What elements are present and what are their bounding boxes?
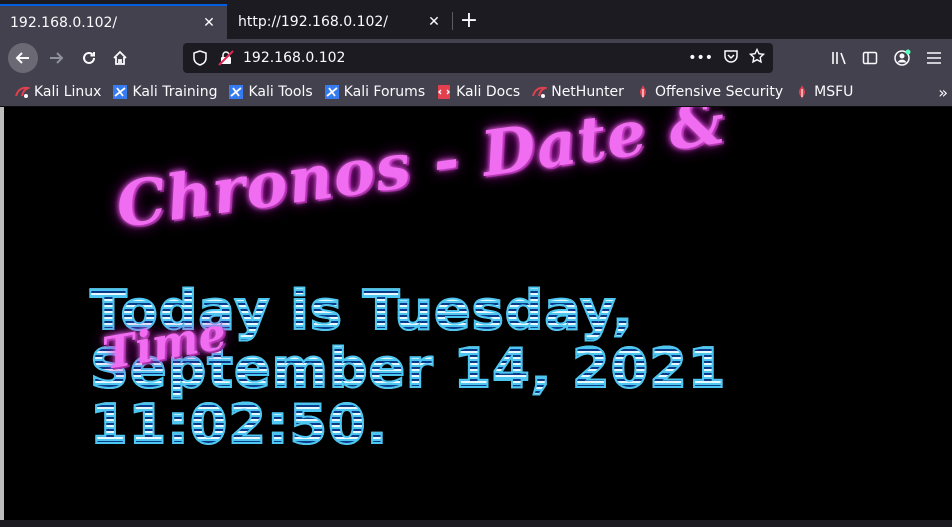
time-line: 11:02:50.: [89, 392, 389, 457]
close-tab-icon[interactable]: ✕: [201, 15, 217, 31]
new-tab-button[interactable]: +: [456, 6, 482, 34]
msfu-icon: [794, 84, 810, 100]
bookmark-offensive-security[interactable]: Offensive Security: [635, 84, 783, 100]
tab-title: http://192.168.0.102/: [238, 13, 389, 30]
bookmark-kali-training[interactable]: Kali Training: [112, 84, 217, 100]
tab-separator: [452, 12, 453, 30]
tab-inactive[interactable]: http://192.168.0.102/ ✕: [228, 4, 452, 39]
home-button[interactable]: [105, 43, 135, 73]
page-actions-icon[interactable]: •••: [688, 50, 713, 66]
hamburger-icon: [927, 52, 941, 64]
bookmark-label: Kali Forums: [343, 83, 426, 100]
offsec-icon: [635, 84, 651, 100]
bookmark-label: Kali Docs: [456, 83, 521, 100]
account-button[interactable]: [888, 43, 916, 73]
bookmark-label: Kali Tools: [248, 83, 313, 100]
arrow-right-icon: [50, 52, 64, 64]
insecure-lock-icon[interactable]: [217, 49, 235, 67]
bookmark-label: Kali Training: [132, 83, 218, 100]
sidebar-icon: [862, 51, 878, 65]
kali-tools-icon: [228, 84, 244, 100]
bookmark-label: Offensive Security: [654, 83, 784, 100]
kali-docs-icon: [436, 84, 452, 100]
bookmark-nethunter[interactable]: NetHunter: [531, 84, 624, 100]
page-content: Chronos - Date & Today is Tuesday, Septe…: [4, 107, 952, 520]
url-text: 192.168.0.102: [243, 50, 346, 66]
page-title: Chronos - Date &: [111, 107, 731, 242]
bookmark-kali-docs[interactable]: Kali Docs: [436, 84, 520, 100]
status-bar: [0, 520, 952, 527]
account-icon: [894, 49, 911, 66]
home-icon: [113, 50, 127, 65]
tab-bar: 192.168.0.102/ ✕ http://192.168.0.102/ ✕…: [0, 0, 952, 39]
bookmark-star-icon[interactable]: [748, 47, 766, 68]
forward-button[interactable]: [41, 43, 71, 73]
bookmarks-toolbar: Kali Linux Kali Training Kali Tools Kali…: [0, 77, 952, 107]
menu-button[interactable]: [920, 43, 948, 73]
bookmark-msfu[interactable]: MSFU: [794, 84, 853, 100]
library-icon: [832, 52, 846, 65]
bookmark-label: NetHunter: [551, 83, 624, 100]
kali-dragon-icon: [14, 84, 30, 100]
shield-icon[interactable]: [191, 49, 209, 67]
url-bar[interactable]: 192.168.0.102 •••: [183, 43, 773, 73]
bookmark-kali-forums[interactable]: Kali Forums: [324, 84, 425, 100]
bookmark-label: Kali Linux: [34, 83, 102, 100]
sidebar-button[interactable]: [856, 43, 884, 73]
kali-forums-icon: [324, 84, 340, 100]
tab-active[interactable]: 192.168.0.102/ ✕: [0, 4, 227, 39]
bookmark-kali-linux[interactable]: Kali Linux: [14, 84, 101, 100]
pocket-icon[interactable]: [723, 48, 739, 68]
bookmark-label: MSFU: [814, 83, 854, 100]
arrow-left-icon: [15, 52, 29, 64]
close-tab-icon[interactable]: ✕: [426, 14, 442, 30]
back-button[interactable]: [8, 43, 38, 73]
tab-title: 192.168.0.102/: [10, 14, 118, 31]
reload-icon: [83, 51, 95, 64]
kali-training-icon: [112, 84, 128, 100]
reload-button[interactable]: [74, 43, 104, 73]
bookmark-kali-tools[interactable]: Kali Tools: [228, 83, 313, 100]
nav-bar: 192.168.0.102 •••: [0, 39, 952, 77]
nethunter-icon: [531, 84, 548, 100]
chevron-double-right-icon[interactable]: »: [938, 83, 948, 102]
library-button[interactable]: [826, 43, 854, 73]
